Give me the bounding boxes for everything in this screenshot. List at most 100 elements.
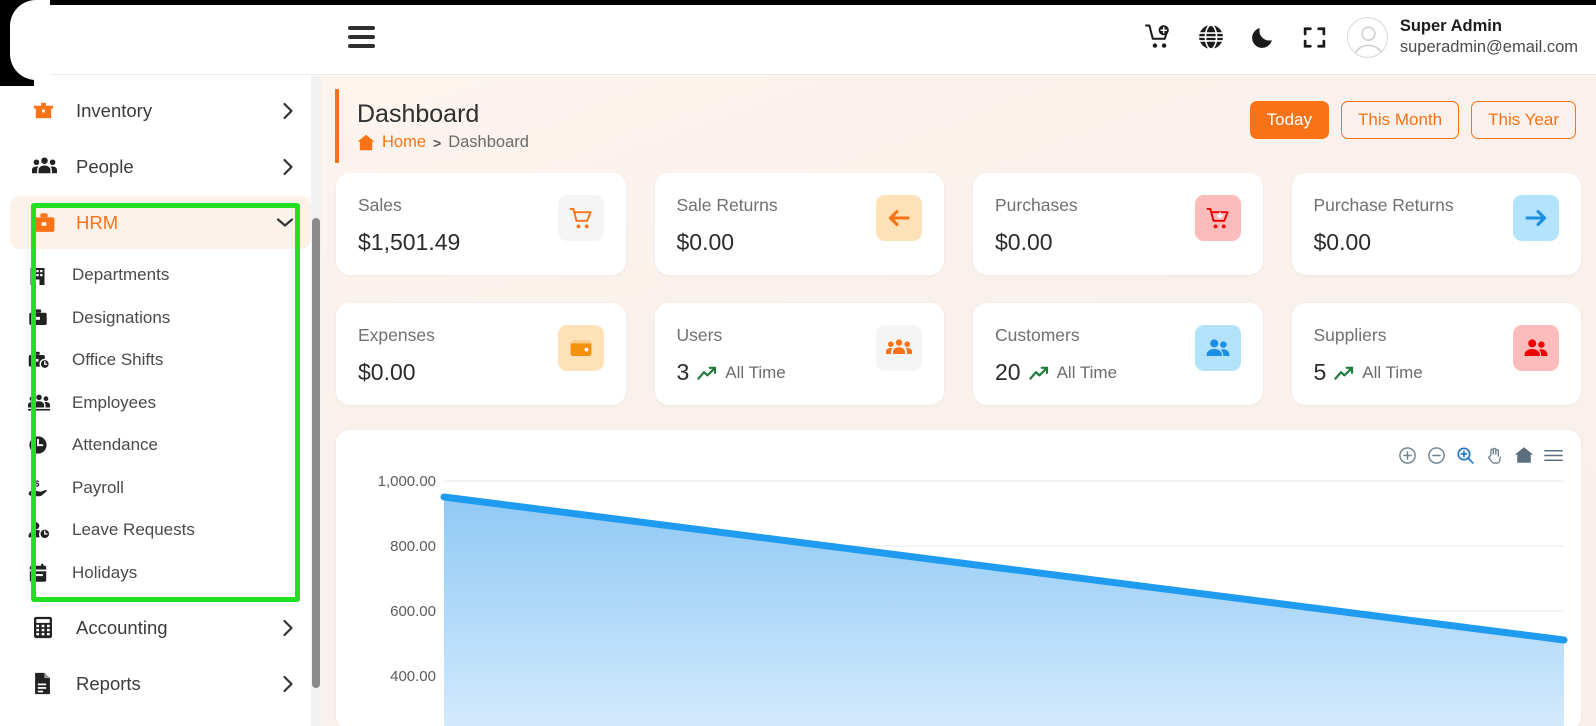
shopping-cart-icon: [557, 195, 604, 241]
breadcrumb-home[interactable]: Home: [382, 133, 426, 152]
stat-value: 5: [1313, 359, 1327, 385]
sidebar-logo[interactable]: [0, 0, 321, 75]
submenu-item-label: Departments: [72, 265, 170, 285]
stat-value: 3: [676, 359, 690, 385]
stat-card-sales[interactable]: Sales $1,501.49: [336, 173, 626, 275]
hrm-submenu: Departments Designations Office Shifts E…: [0, 252, 321, 598]
stat-value: 20: [995, 359, 1021, 385]
sidebar-item-label: HRM: [76, 211, 119, 233]
stat-card-sale-returns[interactable]: Sale Returns $0.00: [654, 173, 944, 275]
chevron-right-icon: [282, 157, 295, 177]
submenu-item-label: Payroll: [72, 477, 124, 497]
reset-zoom-icon[interactable]: [1514, 446, 1534, 465]
range-today-button[interactable]: Today: [1249, 101, 1330, 139]
window-top-bar: [0, 0, 1596, 5]
cart-down-icon: [1194, 195, 1241, 241]
stat-label: Sale Returns: [676, 195, 778, 215]
stat-value-wrap: 5 All Time: [1314, 359, 1423, 386]
header-actions: Super Admin superadmin@email.com: [1133, 11, 1596, 63]
clock-icon: [28, 435, 54, 455]
trend-up-icon: [1028, 365, 1049, 381]
trend-up-icon: [697, 365, 717, 381]
sidebar-item-hrm[interactable]: HRM: [10, 196, 311, 249]
sidebar-item-people[interactable]: People: [10, 140, 311, 193]
sales-area-chart-card: 1,000.00 800.00 600.00 400.00: [336, 430, 1581, 726]
stat-card-customers[interactable]: Customers 20 All Time: [973, 303, 1263, 405]
globe-icon[interactable]: [1185, 11, 1237, 63]
submenu-item-label: Designations: [72, 307, 171, 327]
stat-sub: All Time: [725, 362, 786, 382]
hamburger-icon[interactable]: [348, 26, 375, 48]
menu-icon[interactable]: [1544, 448, 1563, 463]
stat-card-expenses[interactable]: Expenses $0.00: [336, 303, 626, 405]
stat-label: Expenses: [358, 325, 435, 345]
submenu-item-office-shifts[interactable]: Office Shifts: [0, 339, 321, 382]
people-icon: [32, 155, 62, 178]
avatar[interactable]: [1346, 16, 1388, 58]
stat-label: Suppliers: [1313, 325, 1387, 345]
chevron-right-icon: [282, 674, 295, 694]
sidebar-nav: Inventory People HRM Departments Designa…: [0, 75, 321, 726]
sidebar-item-inventory[interactable]: Inventory: [10, 84, 311, 137]
y-tick-label: 600.00: [390, 603, 436, 620]
stat-sub: All Time: [1056, 362, 1118, 382]
stat-card-purchase-returns[interactable]: Purchase Returns $0.00: [1291, 173, 1581, 275]
stat-value: $0.00: [358, 359, 416, 385]
user-clock-icon: [28, 520, 54, 540]
submenu-item-leave-requests[interactable]: Leave Requests: [0, 509, 321, 552]
zoom-out-icon[interactable]: [1427, 446, 1446, 465]
submenu-item-departments[interactable]: Departments: [0, 254, 321, 297]
y-tick-label: 800.00: [390, 538, 436, 555]
breadcrumb-current: Dashboard: [448, 133, 529, 151]
sidebar-item-label: Accounting: [76, 616, 168, 638]
stat-card-purchases[interactable]: Purchases $0.00: [973, 173, 1263, 275]
stat-value: $0.00: [676, 229, 735, 255]
user-name: Super Admin: [1399, 17, 1502, 36]
stat-card-suppliers[interactable]: Suppliers 5 All Time: [1291, 303, 1581, 405]
page-header: Dashboard Home > Dashboard Today This Mo…: [335, 89, 1582, 163]
stat-value-wrap: 20 All Time: [995, 359, 1117, 386]
range-this-year-button[interactable]: This Year: [1471, 101, 1576, 139]
submenu-item-designations[interactable]: Designations: [0, 296, 321, 339]
chevron-right-icon: [282, 101, 295, 121]
fullscreen-icon[interactable]: [1289, 11, 1341, 63]
customers-icon: [1194, 325, 1241, 371]
submenu-item-payroll[interactable]: $ Payroll: [0, 466, 321, 509]
stat-card-users[interactable]: Users 3 All Time: [654, 303, 944, 405]
arrow-right-icon: [1513, 195, 1559, 241]
sidebar-scrollbar-thumb[interactable]: [312, 218, 320, 688]
y-tick-label: 400.00: [390, 668, 436, 685]
range-this-month-button[interactable]: This Month: [1341, 101, 1460, 139]
submenu-item-attendance[interactable]: Attendance: [0, 424, 321, 467]
stat-label: Sales: [358, 195, 402, 215]
sidebar-item-label: People: [76, 155, 134, 177]
user-meta[interactable]: Super Admin superadmin@email.com: [1400, 16, 1578, 57]
main-content: Dashboard Home > Dashboard Today This Mo…: [321, 75, 1596, 726]
calculator-icon: [32, 616, 62, 639]
top-header: Super Admin superadmin@email.com: [321, 0, 1596, 75]
sidebar-item-accounting[interactable]: Accounting: [10, 601, 311, 654]
submenu-item-holidays[interactable]: Holidays: [0, 551, 321, 594]
stat-cards-row-1: Sales $1,501.49 Sale Returns $0.00 Purch…: [321, 173, 1596, 275]
stat-sub: All Time: [1362, 362, 1423, 382]
moon-icon[interactable]: [1237, 11, 1289, 63]
stat-cards-row-2: Expenses $0.00 Users 3 All Time Customer…: [321, 303, 1596, 405]
app-window: Inventory People HRM Departments Designa…: [0, 0, 1596, 726]
chevron-down-icon: [275, 216, 295, 229]
sidebar-item-reports[interactable]: Reports: [10, 657, 311, 710]
chart-toolbar: [1398, 446, 1563, 465]
zoom-in-icon[interactable]: [1398, 446, 1417, 465]
stat-value: $1,501.49: [358, 229, 461, 255]
users-group-icon: [28, 393, 54, 412]
svg-text:$: $: [35, 478, 40, 488]
arrow-left-icon: [876, 195, 922, 241]
submenu-item-employees[interactable]: Employees: [0, 381, 321, 424]
wallet-icon: [557, 325, 604, 371]
panning-icon[interactable]: [1485, 446, 1504, 465]
selection-zoom-icon[interactable]: [1456, 446, 1475, 465]
cart-plus-icon[interactable]: [1133, 11, 1185, 63]
document-icon: [32, 672, 62, 695]
sidebar-item-label: Inventory: [76, 99, 153, 121]
chevron-right-icon: [282, 618, 295, 638]
submenu-item-label: Office Shifts: [72, 350, 164, 370]
